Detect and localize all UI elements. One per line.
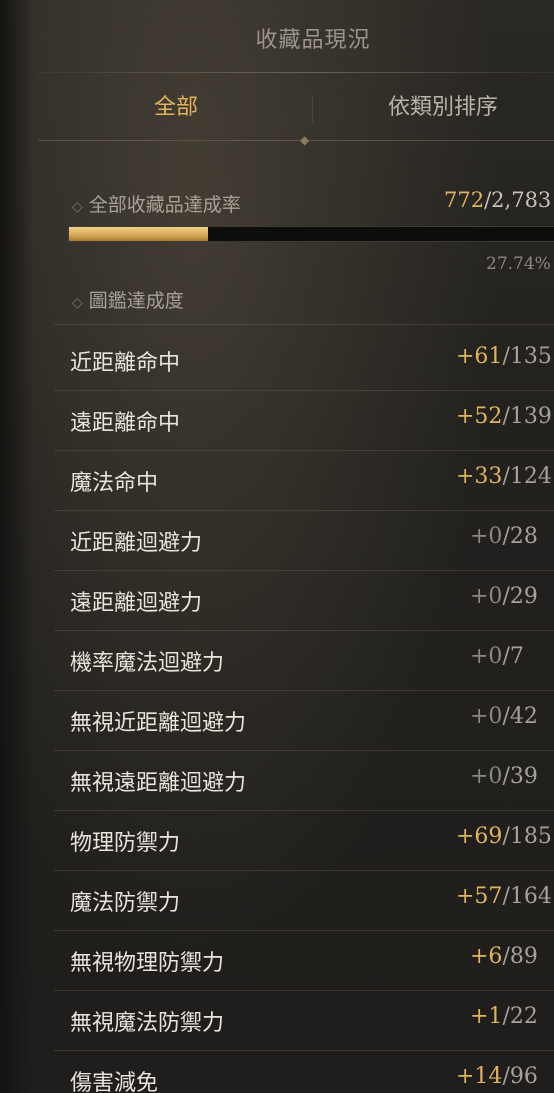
stat-label: 魔法防禦力 [70,891,181,916]
stat-max: /96 [502,1064,538,1089]
title-divider [36,72,554,73]
stat-value: +0/28 [470,524,538,549]
stat-row: 無視遠距離迴避力 +0/39 [54,751,554,811]
stat-label: 近距離命中 [70,351,181,376]
stat-bonus: +33 [456,464,503,489]
stat-row: 近距離命中 +61/135 [54,331,554,391]
stat-row: 魔法防禦力 +57/164 [54,871,554,931]
stat-label: 近距離迴避力 [70,531,203,556]
stat-row: 無視物理防禦力 +6/89 [54,931,554,991]
stat-value: +0/29 [470,584,538,609]
stat-max: /89 [502,944,538,969]
stat-max: /29 [502,584,538,609]
stat-label: 無視遠距離迴避力 [70,771,247,796]
stat-row: 無視近距離迴避力 +0/42 [54,691,554,751]
overall-percent: 27.74% [486,254,551,274]
stat-bonus: +6 [470,944,503,969]
codex-label: 圖鑑達成度 [88,290,184,312]
ornament-icon: ◆ [300,133,310,147]
tab-separator [312,96,313,122]
stat-max: /135 [502,344,552,369]
stat-value: +0/42 [470,704,538,729]
stat-label: 魔法命中 [70,471,159,496]
stat-bonus: +52 [456,404,503,429]
stat-max: /7 [502,644,524,669]
stat-value: +0/39 [470,764,538,789]
stat-label: 物理防禦力 [70,831,181,856]
overall-rate-label: 全部收藏品達成率 [88,194,241,216]
stat-label: 遠距離命中 [70,411,181,436]
stat-max: /139 [502,404,552,429]
stat-bonus: +0 [470,644,503,669]
stat-bonus: +0 [470,764,503,789]
stat-max: /185 [502,824,552,849]
stat-bonus: +0 [470,584,503,609]
stat-bonus: +61 [456,344,503,369]
overall-progress-bar [68,226,554,242]
collection-status-panel: 收藏品現況 全部 依類別排序 ◆ ◇ 全部收藏品達成率 772/2,783 27.… [0,0,554,1093]
stat-bonus: +57 [456,884,503,909]
stat-row: 魔法命中 +33/124 [54,451,554,511]
stat-value: +33/124 [456,464,552,489]
diamond-bullet-icon: ◇ [72,295,83,311]
stat-max: /164 [502,884,552,909]
overall-rate-value: 772/2,783 [444,188,551,212]
stat-row: 遠距離命中 +52/139 [54,391,554,451]
stat-value: +14/96 [456,1064,538,1089]
overall-rate-heading: ◇ 全部收藏品達成率 [72,190,241,217]
stat-label: 遠距離迴避力 [70,591,203,616]
stat-row: 遠距離迴避力 +0/29 [54,571,554,631]
stat-value: +61/135 [456,344,552,369]
stat-bonus: +1 [470,1004,503,1029]
stat-label: 無視魔法防禦力 [70,1011,225,1036]
stat-max: /39 [502,764,538,789]
diamond-bullet-icon: ◇ [72,199,83,215]
tab-bar: 全部 依類別排序 [38,80,554,140]
stat-row: 物理防禦力 +69/185 [54,811,554,871]
stat-bonus: +14 [456,1064,503,1089]
codex-divider [54,324,554,325]
tab-all[interactable]: 全部 [154,90,198,126]
stat-value: +6/89 [470,944,538,969]
stat-bonus: +69 [456,824,503,849]
stat-label: 傷害減免 [70,1071,159,1093]
tab-sort-by-category[interactable]: 依類別排序 [388,90,498,126]
stat-list: 近距離命中 +61/135 遠距離命中 +52/139 魔法命中 +33/124 近距離迴避… [54,331,554,1093]
stat-bonus: +0 [470,524,503,549]
stat-max: /28 [502,524,538,549]
stat-bonus: +0 [470,704,503,729]
overall-current: 772 [444,188,485,212]
stat-value: +1/22 [470,1004,538,1029]
stat-row: 傷害減免 +14/96 [54,1051,554,1093]
stat-value: +52/139 [456,404,552,429]
stat-label: 無視物理防禦力 [70,951,225,976]
overall-progress-fill [69,227,208,241]
stat-row: 無視魔法防禦力 +1/22 [54,991,554,1051]
stat-row: 機率魔法迴避力 +0/7 [54,631,554,691]
stat-value: +0/7 [470,644,524,669]
stat-label: 無視近距離迴避力 [70,711,247,736]
stat-label: 機率魔法迴避力 [70,651,225,676]
overall-total: /2,783 [484,188,552,212]
tab-underline [38,140,554,141]
stat-max: /124 [502,464,552,489]
stat-max: /42 [502,704,538,729]
stat-max: /22 [502,1004,538,1029]
panel-title: 收藏品現況 [255,28,371,53]
stat-row: 近距離迴避力 +0/28 [54,511,554,571]
stat-value: +57/164 [456,884,552,909]
stat-value: +69/185 [456,824,552,849]
codex-heading: ◇ 圖鑑達成度 [72,286,184,313]
